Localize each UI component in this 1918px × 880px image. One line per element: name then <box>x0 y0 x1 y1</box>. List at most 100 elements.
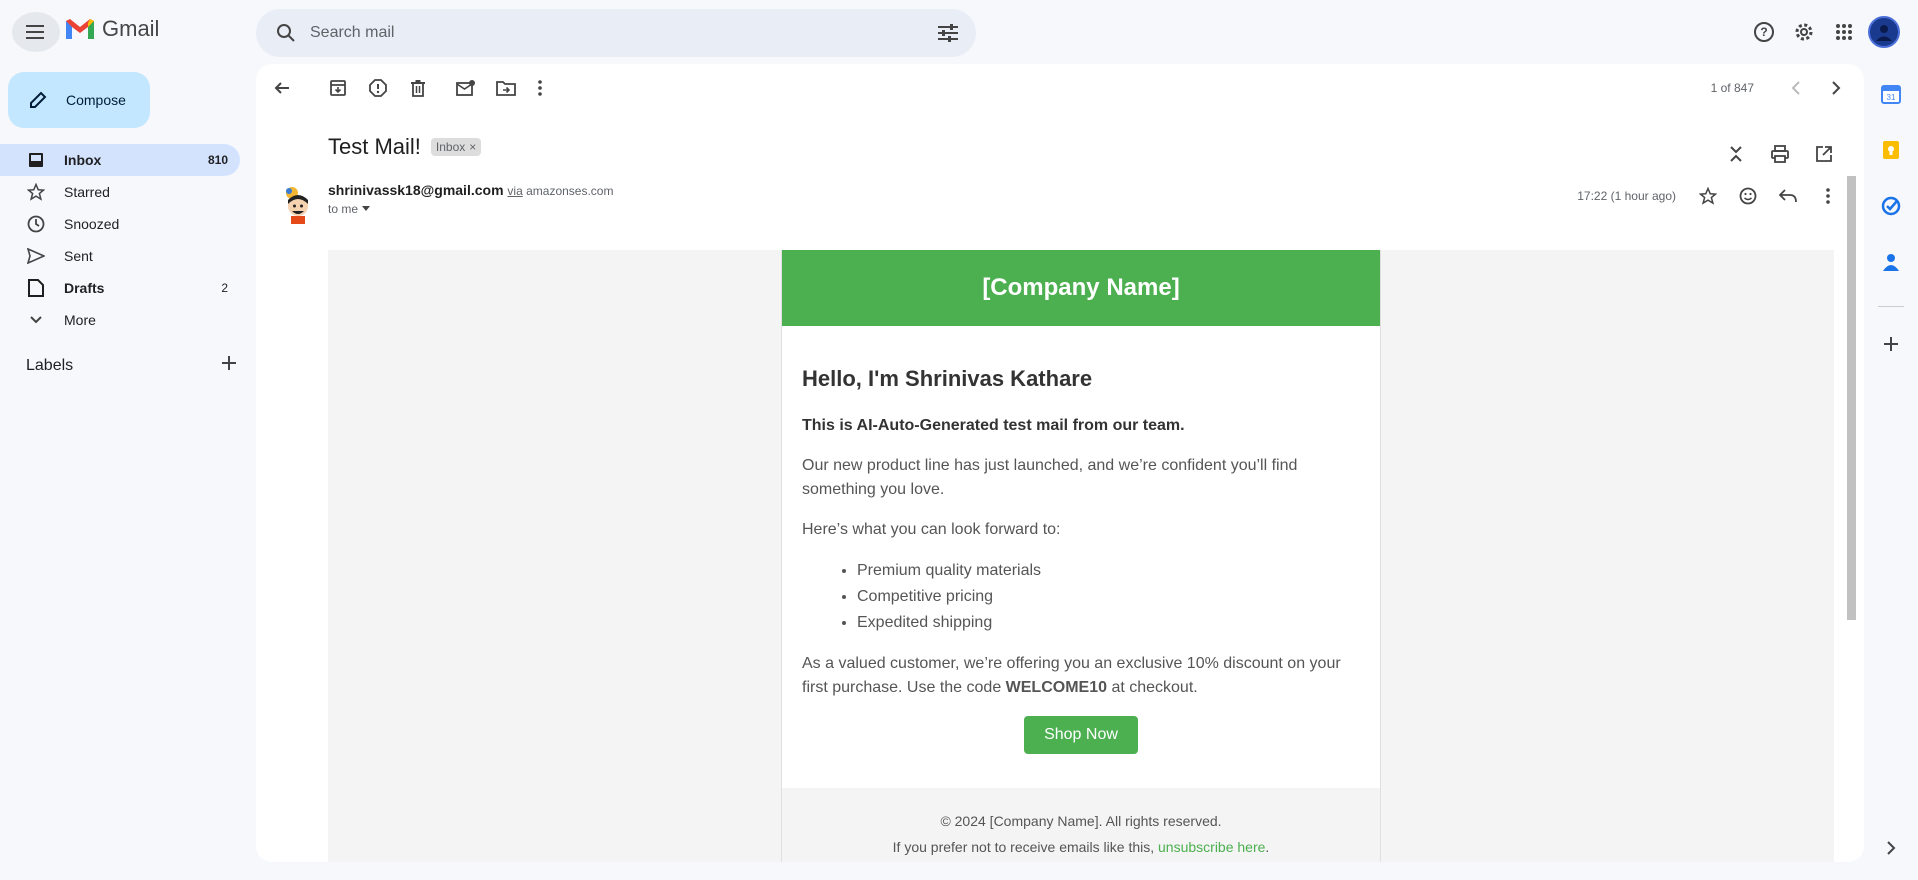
app-name: Gmail <box>102 16 160 41</box>
svg-text:31: 31 <box>1887 93 1896 102</box>
contacts-icon[interactable] <box>1877 248 1905 276</box>
sender-line: shrinivassk18@gmail.com via amazonses.co… <box>328 182 613 198</box>
email-paragraph-1: Our new product line has just launched, … <box>802 457 1298 498</box>
draft-count: 2 <box>221 281 228 295</box>
sidebar-item-more[interactable]: More <box>0 304 240 336</box>
emoji-react-icon[interactable] <box>1728 176 1768 216</box>
sidebar-item-starred[interactable]: Starred <box>0 176 240 208</box>
discount-text-end: at checkout. <box>1107 679 1198 696</box>
sender-email[interactable]: shrinivassk18@gmail.com <box>328 182 504 198</box>
email-card: [Company Name] Hello, I'm Shrinivas Kath… <box>781 250 1381 862</box>
keep-icon[interactable] <box>1877 136 1905 164</box>
subject-line: Test Mail! Inbox × <box>328 134 482 160</box>
side-panel: 31 <box>1864 64 1918 880</box>
email-subject: Test Mail! <box>328 134 421 159</box>
email-paragraph-3: As a valued customer, we’re offering you… <box>802 652 1360 700</box>
unsubscribe-end: . <box>1265 839 1270 855</box>
inbox-label-tag[interactable]: Inbox × <box>430 138 482 156</box>
chevron-right-icon[interactable] <box>1816 68 1856 108</box>
sidebar-item-snoozed[interactable]: Snoozed <box>0 208 240 240</box>
email-footer: © 2024 [Company Name]. All rights reserv… <box>782 788 1380 862</box>
unsubscribe-text: If you prefer not to receive emails like… <box>892 839 1159 855</box>
print-icon[interactable] <box>1760 134 1800 174</box>
sidebar-item-label: Snoozed <box>64 216 120 232</box>
remove-label-icon[interactable]: × <box>469 140 476 154</box>
message-pane: 1 of 847 Test Mail! Inbox × shrinivassk1… <box>256 64 1864 862</box>
search-icon[interactable] <box>268 15 304 51</box>
email-content: Hello, I'm Shrinivas Kathare This is AI-… <box>782 326 1380 788</box>
compose-button[interactable]: Compose <box>8 72 150 128</box>
top-bar: Gmail ? <box>0 0 1918 64</box>
email-greeting: Hello, I'm Shrinivas Kathare <box>802 366 1093 391</box>
show-side-panel-icon[interactable] <box>1877 834 1905 862</box>
list-item: Premium quality materials <box>857 558 1360 584</box>
scrollbar-thumb[interactable] <box>1847 176 1856 620</box>
draft-file-icon <box>26 278 46 298</box>
labels-header: Labels <box>26 356 236 375</box>
search-options-icon[interactable] <box>934 19 962 47</box>
email-intro: This is AI-Auto-Generated test mail from… <box>802 417 1185 434</box>
menu-icon <box>26 25 44 39</box>
message-more-icon[interactable] <box>1808 176 1848 216</box>
copyright-text: © 2024 [Company Name]. All rights reserv… <box>940 813 1222 829</box>
sidebar-item-label: Sent <box>64 248 93 264</box>
subject-actions <box>1716 134 1844 174</box>
open-new-window-icon[interactable] <box>1804 134 1844 174</box>
via-domain: amazonses.com <box>526 184 614 198</box>
unread-count: 810 <box>207 153 228 167</box>
labels-title: Labels <box>26 356 74 374</box>
reply-icon[interactable] <box>1768 176 1808 216</box>
svg-text:?: ? <box>1760 25 1767 39</box>
via-link[interactable]: via <box>507 184 522 198</box>
gmail-m-icon <box>66 19 94 39</box>
feature-list: Premium quality materials Competitive pr… <box>857 558 1360 636</box>
caret-down-icon <box>362 206 371 211</box>
help-icon[interactable]: ? <box>1744 12 1784 52</box>
chevron-down-icon <box>26 310 46 330</box>
side-panel-divider <box>1878 306 1904 307</box>
collapse-all-icon[interactable] <box>1716 134 1756 174</box>
more-vert-icon[interactable] <box>520 68 560 108</box>
sidebar-item-inbox[interactable]: Inbox 810 <box>0 144 240 176</box>
list-item: Competitive pricing <box>857 584 1360 610</box>
sender-avatar[interactable] <box>278 184 318 224</box>
sidebar-item-sent[interactable]: Sent <box>0 240 240 272</box>
tasks-icon[interactable] <box>1877 192 1905 220</box>
report-spam-icon[interactable] <box>358 68 398 108</box>
gmail-logo[interactable]: Gmail <box>64 16 159 42</box>
message-toolbar: 1 of 847 <box>256 64 1864 112</box>
mark-unread-icon[interactable] <box>446 68 486 108</box>
recipients-label: to me <box>328 202 359 216</box>
inbox-icon <box>26 150 46 170</box>
account-avatar[interactable] <box>1868 16 1900 48</box>
email-paragraph-2: Here’s what you can look forward to: <box>802 521 1061 538</box>
sidebar-item-label: More <box>64 312 96 328</box>
search-bar[interactable] <box>256 9 976 57</box>
add-label-icon[interactable] <box>222 356 236 375</box>
sidebar-item-label: Inbox <box>64 152 102 168</box>
recipients-toggle[interactable]: to me <box>328 202 371 216</box>
send-icon <box>26 246 46 266</box>
trash-icon[interactable] <box>398 68 438 108</box>
star-icon <box>26 182 46 202</box>
tag-label: Inbox <box>435 140 466 154</box>
add-addon-icon[interactable] <box>1877 330 1905 358</box>
search-input[interactable] <box>310 24 910 42</box>
chevron-left-icon[interactable] <box>1776 68 1816 108</box>
shop-now-button[interactable]: Shop Now <box>1024 716 1138 754</box>
nav-list: Inbox 810 Starred Snoozed Sent Drafts 2 … <box>0 144 240 336</box>
pencil-icon <box>30 91 47 108</box>
unsubscribe-link[interactable]: unsubscribe here <box>1158 839 1265 855</box>
calendar-icon[interactable]: 31 <box>1877 80 1905 108</box>
back-arrow-icon[interactable] <box>262 68 302 108</box>
star-icon[interactable] <box>1688 176 1728 216</box>
sidebar-item-drafts[interactable]: Drafts 2 <box>0 272 240 304</box>
sidebar-item-label: Drafts <box>64 280 105 296</box>
list-item: Expedited shipping <box>857 610 1360 636</box>
message-time: 17:22 (1 hour ago) <box>1577 189 1676 203</box>
archive-icon[interactable] <box>318 68 358 108</box>
settings-gear-icon[interactable] <box>1784 12 1824 52</box>
discount-code: WELCOME10 <box>1005 679 1107 696</box>
google-apps-icon[interactable] <box>1824 12 1864 52</box>
main-menu-button[interactable] <box>12 12 60 52</box>
